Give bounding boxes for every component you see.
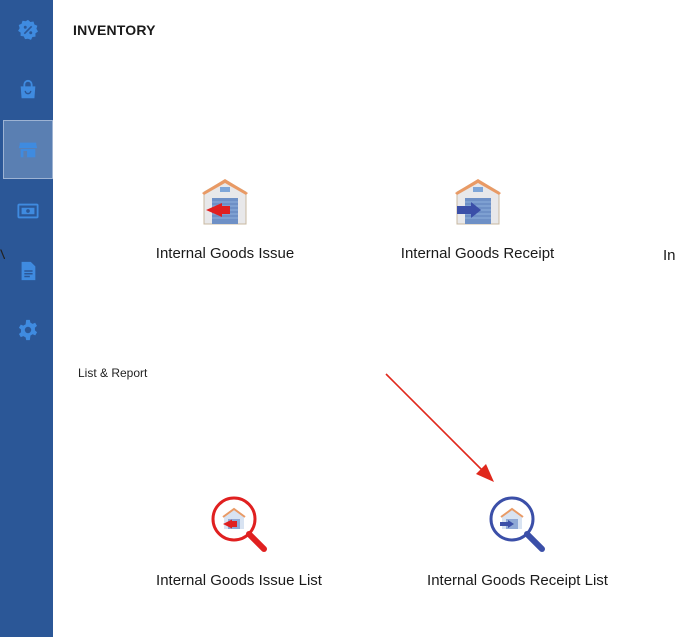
nav-item-settings[interactable]: [3, 300, 53, 359]
sidebar: [0, 0, 53, 637]
shopping-bag-icon: [20, 79, 36, 98]
internal-goods-receipt-label: Internal Goods Receipt: [400, 245, 555, 262]
nav-item-documents[interactable]: [3, 241, 53, 300]
cash-icon: [17, 203, 39, 218]
internal-goods-receipt-list-tile[interactable]: Internal Goods Receipt List: [420, 490, 615, 590]
nav-item-sales[interactable]: [3, 60, 53, 119]
internal-goods-issue-label: Internal Goods Issue: [155, 245, 295, 262]
clipped-edge-text: V: [0, 246, 5, 262]
nav-item-inventory[interactable]: [3, 120, 53, 179]
warehouse-in-icon: [455, 179, 501, 225]
discount-icon: [18, 19, 38, 40]
internal-goods-receipt-list-label: Internal Goods Receipt List: [427, 572, 608, 589]
gear-icon: [18, 319, 38, 340]
nav-item-discount[interactable]: [3, 0, 53, 59]
warehouse-out-icon: [202, 179, 248, 225]
internal-goods-issue-tile[interactable]: Internal Goods Issue: [150, 172, 300, 272]
document-icon: [21, 261, 36, 280]
search-receipt-icon: [489, 496, 545, 552]
store-icon: [18, 142, 38, 157]
internal-goods-issue-list-tile[interactable]: Internal Goods Issue List: [150, 490, 328, 590]
internal-goods-receipt-tile[interactable]: Internal Goods Receipt: [395, 172, 560, 272]
nav-item-cash[interactable]: [3, 181, 53, 240]
truncated-tile-label[interactable]: In: [663, 247, 676, 264]
page-title: INVENTORY: [73, 22, 156, 38]
section-label-list-report: List & Report: [78, 366, 148, 380]
internal-goods-issue-list-label: Internal Goods Issue List: [156, 572, 322, 589]
search-issue-icon: [211, 496, 267, 552]
